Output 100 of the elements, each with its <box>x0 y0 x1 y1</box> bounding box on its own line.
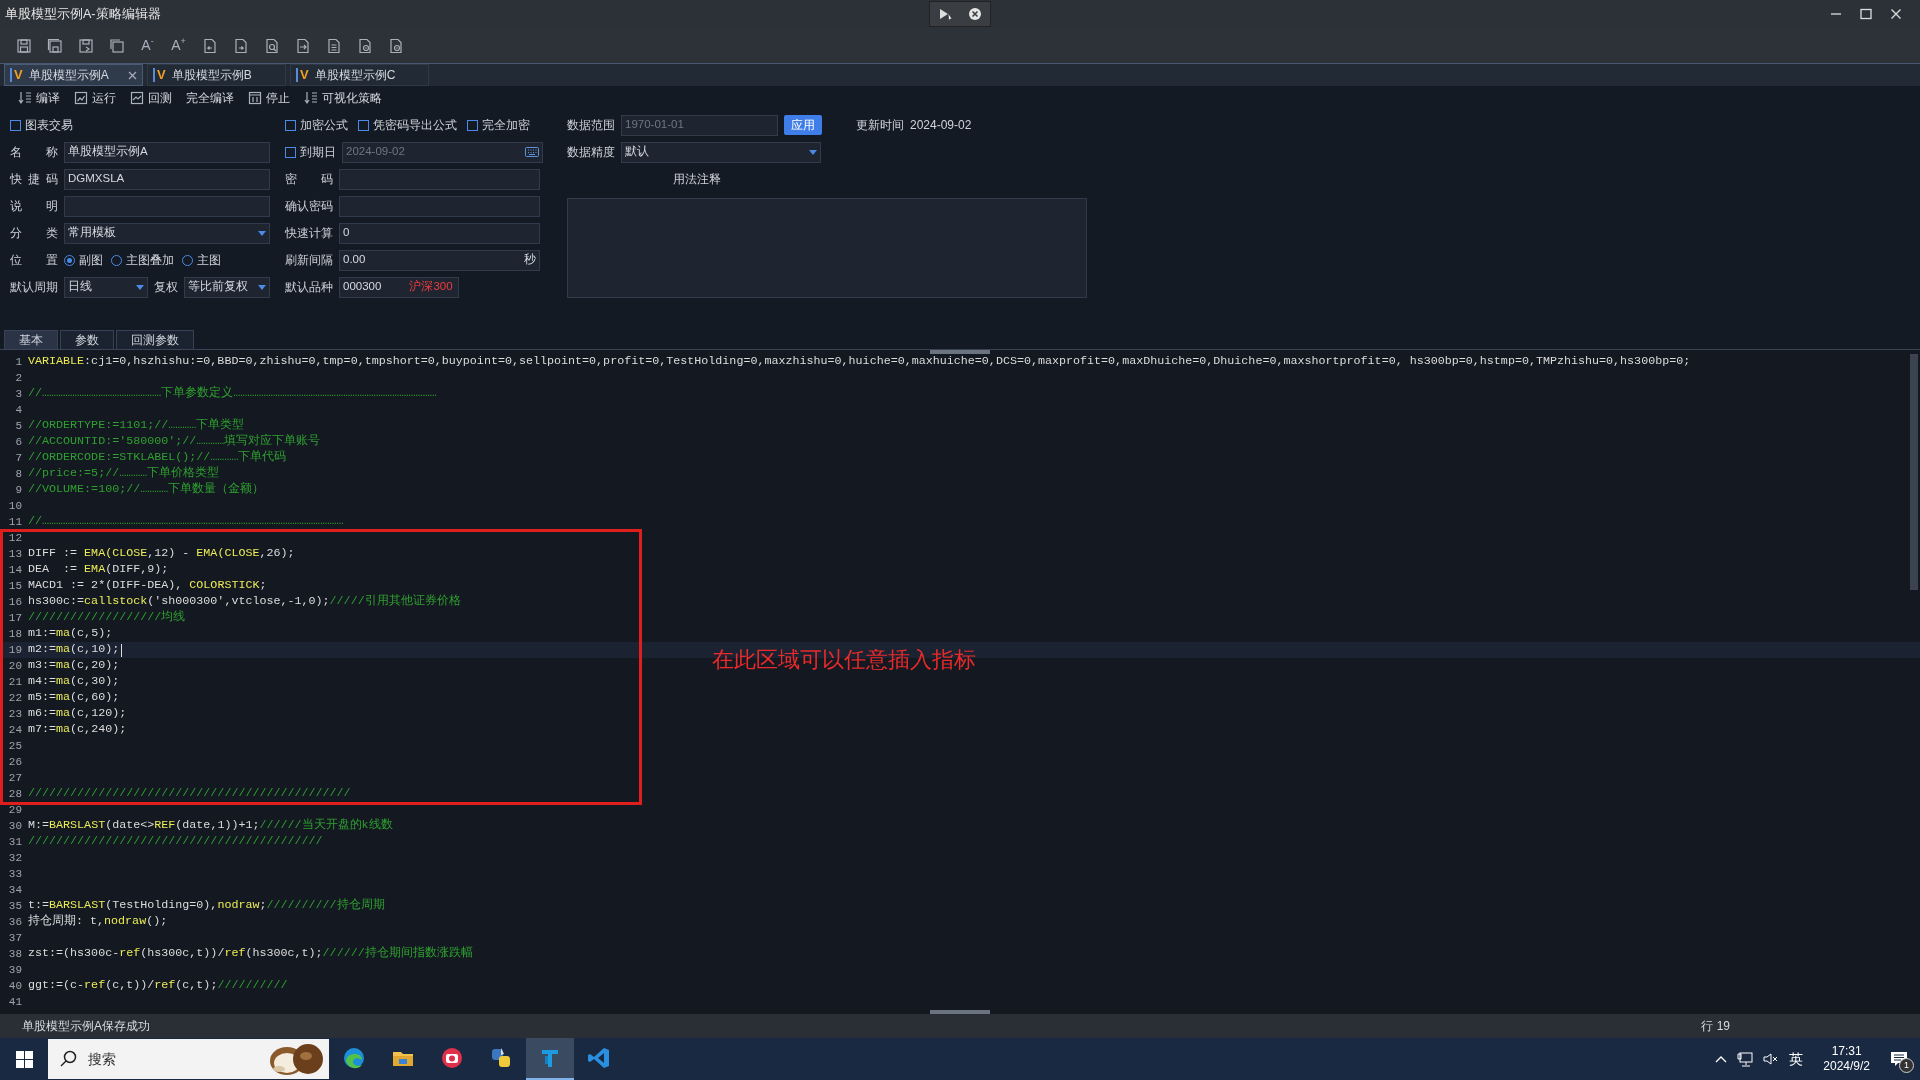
font-size-button[interactable]: A$^{+}$ <box>169 35 188 56</box>
line-number: 29 <box>7 802 23 818</box>
file-tab[interactable]: V 单股模型示例A <box>4 64 143 86</box>
windows-icon <box>15 1050 33 1068</box>
line-number: 4 <box>14 402 23 418</box>
file-search-icon <box>263 37 280 54</box>
dropdown[interactable]: 常用模板 <box>64 222 270 244</box>
tab-label: 单股模型示例A <box>28 67 109 84</box>
checkbox[interactable] <box>10 119 21 131</box>
line-number: 10 <box>7 498 23 514</box>
code-line: 持仓周期: t,nodraw(); <box>27 913 168 931</box>
line-number: 37 <box>7 930 23 946</box>
splitter-handle[interactable] <box>930 1010 990 1014</box>
line-number: 28 <box>7 786 23 802</box>
field-label: 刷新间隔 <box>285 252 333 269</box>
line-number: 25 <box>7 738 23 754</box>
field-label: 快速计算 <box>285 225 333 242</box>
line-number: 11 <box>7 514 23 530</box>
field-label: 默认周期 <box>10 279 58 296</box>
checkbox-label: 加密公式 <box>300 117 348 134</box>
code-line: M:=BARSLAST(date<>REF(date,1))+1;//////当天开盘的k线数 <box>27 817 393 835</box>
symbol-field[interactable]: 000300 沪深300 <box>339 276 459 298</box>
checkbox[interactable] <box>467 119 478 131</box>
field-label: 默认品种 <box>285 279 333 296</box>
code-line: m3:=ma(c,20); <box>27 657 120 675</box>
code-line: ////////////////////////////////////////////// <box>27 785 351 803</box>
field-label: 数据范围 <box>567 117 615 134</box>
caret-icon <box>809 149 817 155</box>
language-indicator[interactable]: 英 <box>1789 1048 1804 1070</box>
splitter-handle[interactable] <box>930 350 990 354</box>
tab[interactable]: 参数 <box>60 330 114 349</box>
command-button[interactable]: 回测 <box>130 89 172 107</box>
file-tab[interactable]: V 单股模型示例B <box>147 64 286 86</box>
text-field[interactable]: DGMXSLA <box>64 168 270 190</box>
command-button[interactable]: 编译 <box>18 89 60 107</box>
checkbox[interactable] <box>285 119 296 131</box>
field-label: 复权 <box>154 279 178 296</box>
maximize-icon <box>1860 8 1872 20</box>
line-number: 12 <box>7 530 23 546</box>
tab-label: 单股模型示例B <box>171 67 252 84</box>
checkbox-label: 到期日 <box>300 144 336 161</box>
line-number: 38 <box>7 946 23 962</box>
camera-icon <box>440 1046 464 1070</box>
password-field[interactable] <box>339 195 540 217</box>
line-number: 32 <box>7 850 23 866</box>
line-number: 21 <box>7 674 23 690</box>
text-field[interactable] <box>64 195 270 217</box>
field-label: 快捷码 <box>10 171 58 188</box>
line-number: 15 <box>7 578 23 594</box>
file-icon <box>294 37 311 54</box>
code-line: m5:=ma(c,60); <box>27 689 120 707</box>
file-gear-icon <box>387 37 404 54</box>
app-icon <box>489 1046 513 1070</box>
code-line: m4:=ma(c,30); <box>27 673 120 691</box>
tab[interactable]: 基本 <box>4 330 58 349</box>
text-field[interactable]: 0 <box>339 222 540 244</box>
caret-icon <box>136 284 144 290</box>
line-number: 3 <box>14 386 23 402</box>
play-cursor-icon <box>938 7 954 21</box>
notes-field[interactable] <box>567 198 1087 298</box>
line-number: 6 <box>14 434 23 450</box>
checkbox[interactable] <box>285 146 296 158</box>
scrollbar-thumb[interactable] <box>1910 354 1918 590</box>
line-number: 35 <box>7 898 23 914</box>
caret-icon <box>258 230 266 236</box>
password-field[interactable] <box>339 168 540 190</box>
line-number: 20 <box>7 658 23 674</box>
line-number: 23 <box>7 706 23 722</box>
line-number: 1 <box>14 354 23 370</box>
code-editor-icon <box>587 1046 611 1070</box>
line-number: 9 <box>14 482 23 498</box>
dropdown[interactable]: 默认 <box>621 141 821 163</box>
line-number: 7 <box>14 450 23 466</box>
file-tab[interactable]: V 单股模型示例C <box>290 64 429 86</box>
search-icon <box>60 1050 78 1068</box>
command-button[interactable]: 可视化策略 <box>304 89 382 107</box>
line-number: 22 <box>7 690 23 706</box>
command-button[interactable]: 停止 <box>248 89 290 107</box>
close-icon <box>128 70 137 80</box>
line-number: 34 <box>7 882 23 898</box>
line-number: 36 <box>7 914 23 930</box>
tab[interactable]: 回测参数 <box>116 330 194 349</box>
command-button[interactable]: 完全编译 <box>186 89 234 107</box>
code-line: //ACCOUNTID:='580000';//…………填写对应下单账号 <box>27 433 321 450</box>
code-line: zst:=(hs300c-ref(hs300c,t))/ref(hs300c,t);//////持仓期间指数涨跌幅 <box>27 945 473 963</box>
command-button[interactable]: 运行 <box>74 89 116 107</box>
line-number: 41 <box>7 994 23 1010</box>
font-size-button[interactable]: A$^{-}$ <box>138 35 157 56</box>
checkbox[interactable] <box>358 119 369 131</box>
text-field[interactable]: 单股模型示例A <box>64 141 270 163</box>
annotation-text: 在此区域可以任意插入指标 <box>712 646 976 674</box>
chart-icon <box>130 91 144 105</box>
dropdown[interactable]: 等比前复权 <box>184 276 270 298</box>
file-icon <box>325 37 342 54</box>
checkbox-label: 凭密码导出公式 <box>373 117 457 134</box>
code-line: ////////////////////////////////////////// <box>27 833 323 851</box>
dropdown[interactable]: 日线 <box>64 276 148 298</box>
radio-label: 主图 <box>197 252 221 269</box>
code-line: //ORDERTYPE:=1101;//…………下单类型 <box>27 417 245 434</box>
number-field[interactable]: 0.00 秒 <box>339 249 540 271</box>
